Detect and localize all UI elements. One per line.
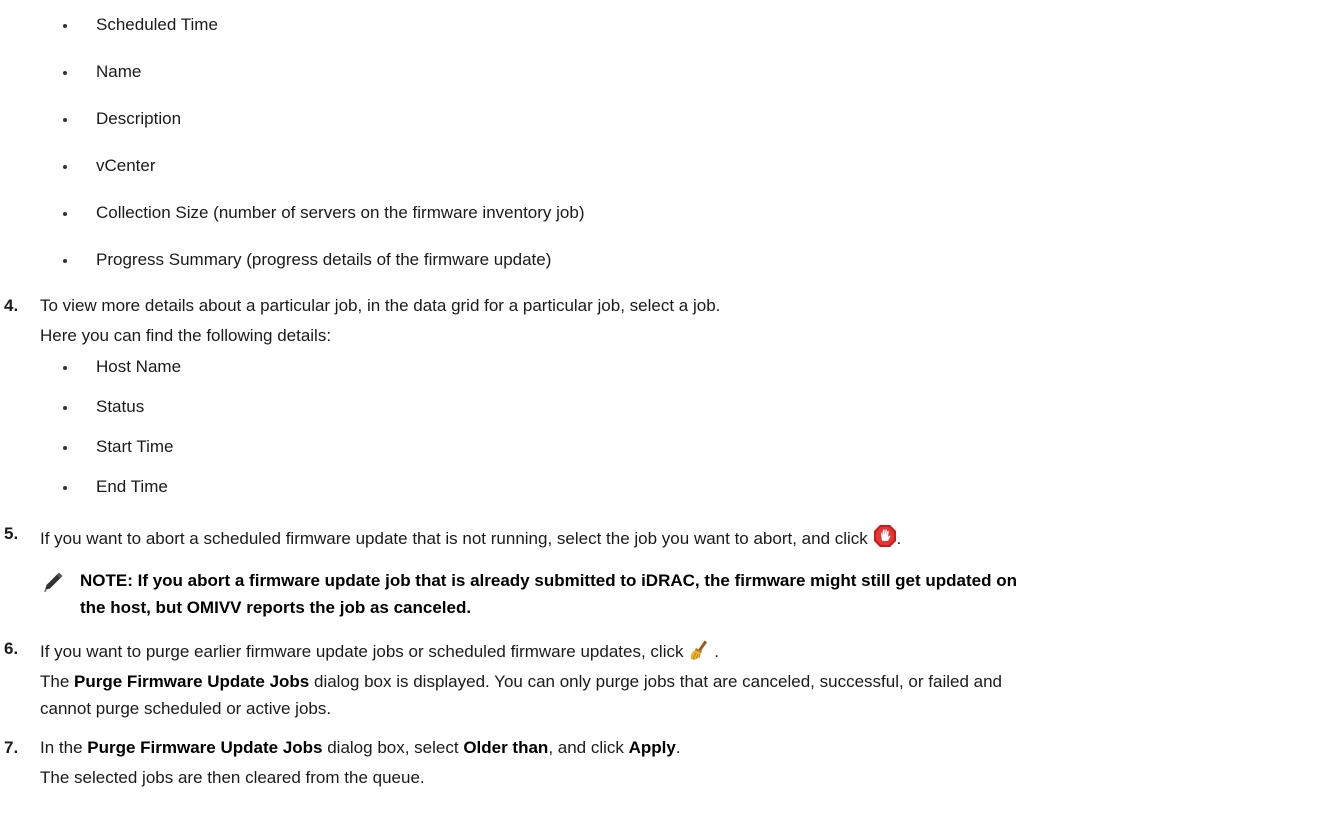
list-item: Status	[96, 397, 145, 416]
step-subtext: The selected jobs are then cleared from …	[40, 768, 425, 787]
list-item: vCenter	[96, 156, 156, 175]
text: In the	[40, 738, 88, 757]
bullet	[63, 24, 67, 28]
step-text: If you want to purge earlier firmware up…	[40, 639, 719, 666]
step5-text: If you want to abort a scheduled firmwar…	[40, 529, 868, 548]
step-subtext: Here you can find the following details:	[40, 326, 332, 345]
list-item: End Time	[96, 477, 168, 496]
step-number: 7.	[4, 738, 19, 757]
option-name: Older than	[463, 738, 549, 757]
list-item: Description	[96, 109, 182, 128]
step-number: 4.	[4, 296, 19, 315]
text: .	[675, 738, 681, 757]
list-item: Start Time	[96, 437, 174, 456]
text: dialog box is displayed. You can only pu…	[309, 672, 1002, 691]
step-number: 6.	[4, 639, 19, 658]
text: , and click	[548, 738, 629, 757]
bullet	[63, 366, 67, 370]
dialog-name: Purge Firmware Update Jobs	[74, 672, 310, 691]
purge-broom-icon[interactable]	[688, 639, 714, 666]
step-text: To view more details about a particular …	[40, 296, 721, 315]
step-text: If you want to abort a scheduled firmwar…	[40, 524, 901, 553]
bullet	[63, 406, 67, 410]
text: dialog box, select	[322, 738, 464, 757]
list-item: Progress Summary (progress details of th…	[96, 250, 552, 269]
step6-text: If you want to purge earlier firmware up…	[40, 642, 684, 661]
period: .	[896, 529, 902, 548]
step-subtext: cannot purge scheduled or active jobs.	[40, 699, 332, 718]
bullet	[63, 165, 67, 169]
step-subtext: The Purge Firmware Update Jobs dialog bo…	[40, 672, 1002, 692]
abort-icon[interactable]	[873, 524, 897, 553]
bullet	[63, 212, 67, 216]
bullet	[63, 446, 67, 450]
button-name: Apply	[628, 738, 676, 757]
bullet	[63, 71, 67, 75]
step-text: In the Purge Firmware Update Jobs dialog…	[40, 738, 681, 758]
bullet	[63, 259, 67, 263]
period: .	[714, 642, 719, 661]
list-item: Name	[96, 62, 142, 81]
text: The	[40, 672, 75, 691]
list-item: Host Name	[96, 357, 182, 376]
list-item: Scheduled Time	[96, 15, 218, 34]
bullet	[63, 486, 67, 490]
pencil-icon	[42, 571, 64, 598]
dialog-name: Purge Firmware Update Jobs	[87, 738, 323, 757]
bullet	[63, 118, 67, 122]
note-line-1: NOTE: If you abort a firmware update job…	[80, 571, 1017, 590]
note-line-2: the host, but OMIVV reports the job as c…	[80, 598, 472, 617]
list-item: Collection Size (number of servers on th…	[96, 203, 585, 222]
step-number: 5.	[4, 524, 19, 543]
